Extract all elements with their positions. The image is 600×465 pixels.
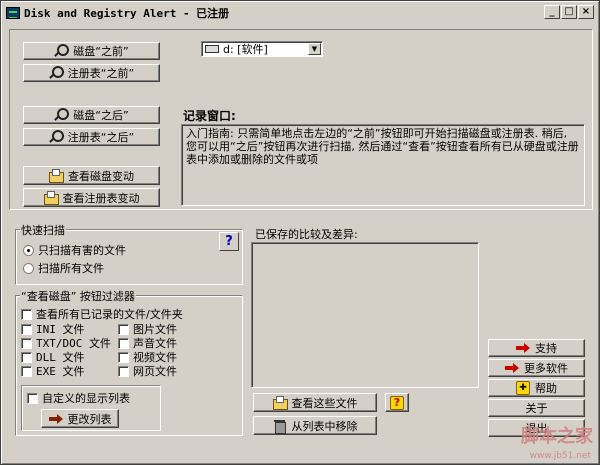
checkbox-icon: [21, 323, 32, 335]
registry-before-button[interactable]: 注册表“之前”: [23, 64, 160, 82]
view-disk-changes-button[interactable]: 查看磁盘变动: [23, 166, 160, 185]
change-list-label: 更改列表: [67, 412, 112, 426]
checkbox-icon: [118, 337, 129, 349]
magnifier-icon: [54, 108, 70, 122]
view-registry-changes-label: 查看注册表变动: [62, 191, 140, 205]
remove-from-list-button[interactable]: 从列表中移除: [253, 416, 377, 435]
checkbox-show-all-label: 查看所有已记录的文件/文件夹: [36, 308, 183, 321]
chevron-down-icon[interactable]: ▼: [308, 43, 321, 55]
disk-after-label: 磁盘“之后”: [73, 109, 129, 122]
magnifier-icon: [49, 66, 64, 80]
registry-after-label: 注册表“之后”: [67, 131, 135, 144]
disk-before-button[interactable]: 磁盘“之前”: [23, 42, 160, 60]
folder-icon: [43, 190, 59, 205]
folder-icon: [49, 168, 64, 183]
help-label: 帮助: [535, 382, 557, 395]
checkbox-icon: [21, 337, 32, 349]
magnifier-icon: [49, 130, 64, 144]
radio-harmful-only-label: 只扫描有害的文件: [38, 244, 126, 257]
about-button[interactable]: 关于: [488, 399, 585, 417]
checkbox-show-all[interactable]: 查看所有已记录的文件/文件夹: [21, 306, 183, 322]
about-label: 关于: [525, 402, 548, 415]
view-disk-changes-label: 查看磁盘变动: [68, 169, 134, 183]
checkbox-icon: [21, 351, 32, 363]
checkbox-webpage[interactable]: 网页文件: [118, 363, 177, 379]
checkbox-custom-list-label: 自定义的显示列表: [42, 392, 130, 405]
disk-after-button[interactable]: 磁盘“之后”: [23, 106, 160, 124]
support-button[interactable]: 支持: [488, 339, 585, 357]
close-button[interactable]: ×: [578, 5, 594, 19]
quick-scan-help-button[interactable]: ?: [219, 232, 239, 251]
filter-title: “查看磁盘” 按钮过滤器: [20, 288, 136, 304]
window-title: Disk and Registry Alert - 已注册: [24, 7, 230, 20]
more-software-button[interactable]: 更多软件: [488, 359, 585, 377]
radio-all-files[interactable]: 扫描所有文件: [23, 260, 104, 276]
radio-icon: [23, 262, 34, 274]
folder-icon: [272, 395, 288, 410]
trash-icon: [273, 419, 287, 434]
saved-help-button[interactable]: ?: [385, 393, 409, 412]
checkbox-exe-label: EXE 文件: [36, 365, 85, 378]
radio-selected-icon: [23, 244, 34, 256]
view-registry-changes-button[interactable]: 查看注册表变动: [23, 188, 160, 207]
arrow-right-icon: [516, 341, 530, 355]
drive-select-value: d: [软件]: [223, 43, 268, 56]
minimize-button[interactable]: _: [544, 5, 560, 19]
log-window: 入门指南: 只需简单地点击左边的“之前”按钮即可开始扫描磁盘或注册表. 稍后, …: [181, 124, 585, 206]
help-button[interactable]: ✚ 帮助: [488, 379, 585, 397]
checkbox-icon: [21, 308, 32, 320]
drive-select[interactable]: d: [软件] ▼: [201, 41, 323, 57]
checkbox-icon: [27, 392, 38, 404]
maximize-button[interactable]: □: [561, 5, 577, 19]
checkbox-custom-list[interactable]: 自定义的显示列表: [27, 390, 130, 406]
checkbox-icon: [21, 365, 32, 377]
checkbox-exe[interactable]: EXE 文件: [21, 363, 85, 379]
disk-before-label: 磁盘“之前”: [73, 45, 129, 58]
checkbox-icon: [118, 365, 129, 377]
radio-all-files-label: 扫描所有文件: [38, 262, 104, 275]
app-icon: [6, 7, 20, 19]
app-window: Disk and Registry Alert - 已注册 _ □ × 磁盘“之…: [0, 0, 600, 465]
help-icon: ?: [390, 395, 404, 410]
view-files-button[interactable]: 查看这些文件: [253, 393, 377, 412]
lifebuoy-icon: ✚: [516, 381, 530, 395]
support-label: 支持: [535, 342, 557, 355]
checkbox-webpage-label: 网页文件: [133, 365, 177, 378]
registry-before-label: 注册表“之前”: [67, 67, 135, 80]
magnifier-icon: [54, 44, 70, 58]
checkbox-icon: [118, 351, 129, 363]
more-software-label: 更多软件: [524, 362, 568, 375]
pointer-icon: [48, 412, 63, 426]
view-files-label: 查看这些文件: [291, 396, 358, 410]
title-bar: Disk and Registry Alert - 已注册 _ □ ×: [4, 4, 596, 22]
checkbox-icon: [118, 323, 129, 335]
quick-scan-title: 快速扫描: [20, 222, 66, 238]
registry-after-button[interactable]: 注册表“之后”: [23, 128, 160, 146]
change-list-button[interactable]: 更改列表: [41, 409, 119, 428]
log-window-label: 记录窗口:: [183, 109, 236, 123]
watermark-brand: 脚本之家: [521, 426, 593, 447]
radio-harmful-only[interactable]: 只扫描有害的文件: [23, 242, 126, 258]
remove-from-list-label: 从列表中移除: [291, 419, 358, 433]
arrow-right-icon: [505, 361, 519, 375]
saved-comparisons-list[interactable]: [251, 242, 479, 388]
watermark-url: www.jb51.net: [529, 451, 591, 461]
saved-comparisons-label: 已保存的比较及差异:: [255, 228, 358, 241]
drive-icon: [205, 45, 219, 53]
